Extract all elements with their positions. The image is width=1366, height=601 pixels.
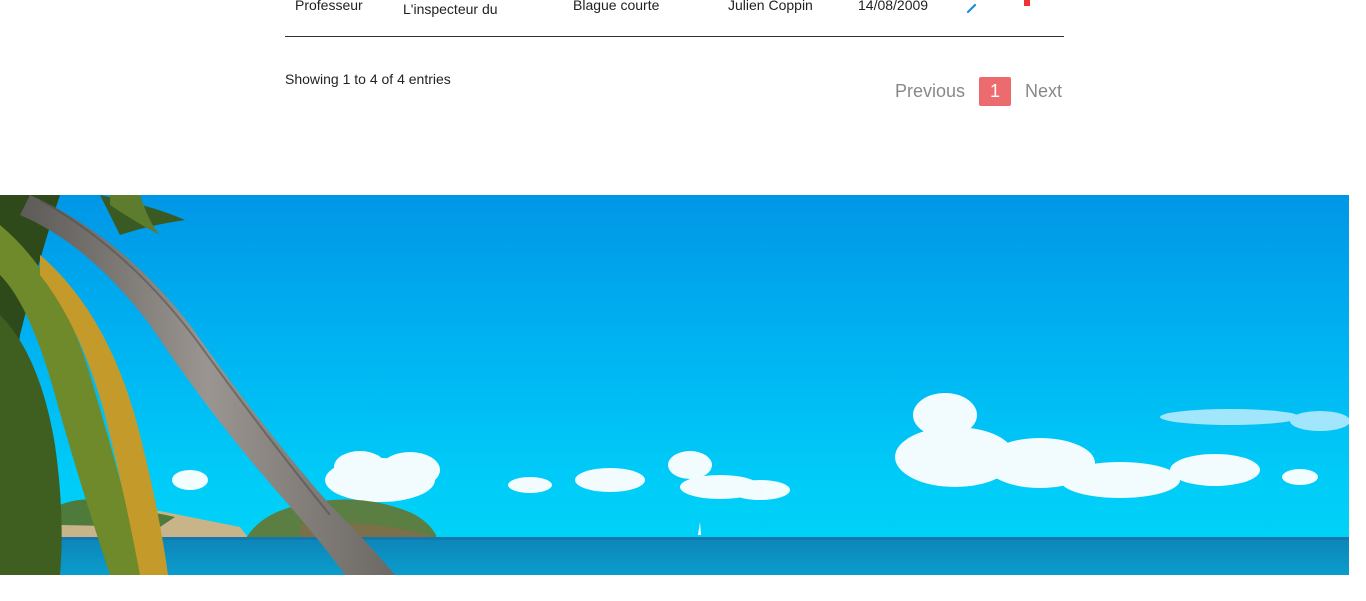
table-cell-category: Professeur: [295, 0, 363, 13]
beach-illustration: [0, 195, 1349, 575]
table-cell-type: Blague courte: [573, 0, 660, 13]
table-row: Professeur L'inspecteur du Blague courte…: [285, 0, 1064, 36]
pencil-icon: [966, 3, 977, 14]
edit-icon[interactable]: [966, 0, 977, 14]
next-button[interactable]: Next: [1023, 81, 1064, 102]
table-info: Showing 1 to 4 of 4 entries: [285, 71, 451, 87]
page: Professeur L'inspecteur du Blague courte…: [0, 0, 1349, 601]
entries-table: Professeur L'inspecteur du Blague courte…: [285, 0, 1064, 37]
table-cell-title: L'inspecteur du: [403, 1, 498, 17]
beach-banner-image: [0, 195, 1349, 575]
table-cell-author: Julien Coppin: [728, 0, 813, 13]
table-cell-date: 14/08/2009: [858, 0, 929, 13]
delete-icon[interactable]: [1024, 0, 1030, 6]
pagination: Previous 1 Next: [893, 77, 1064, 106]
previous-button[interactable]: Previous: [893, 81, 967, 102]
page-1-button[interactable]: 1: [978, 77, 1011, 106]
